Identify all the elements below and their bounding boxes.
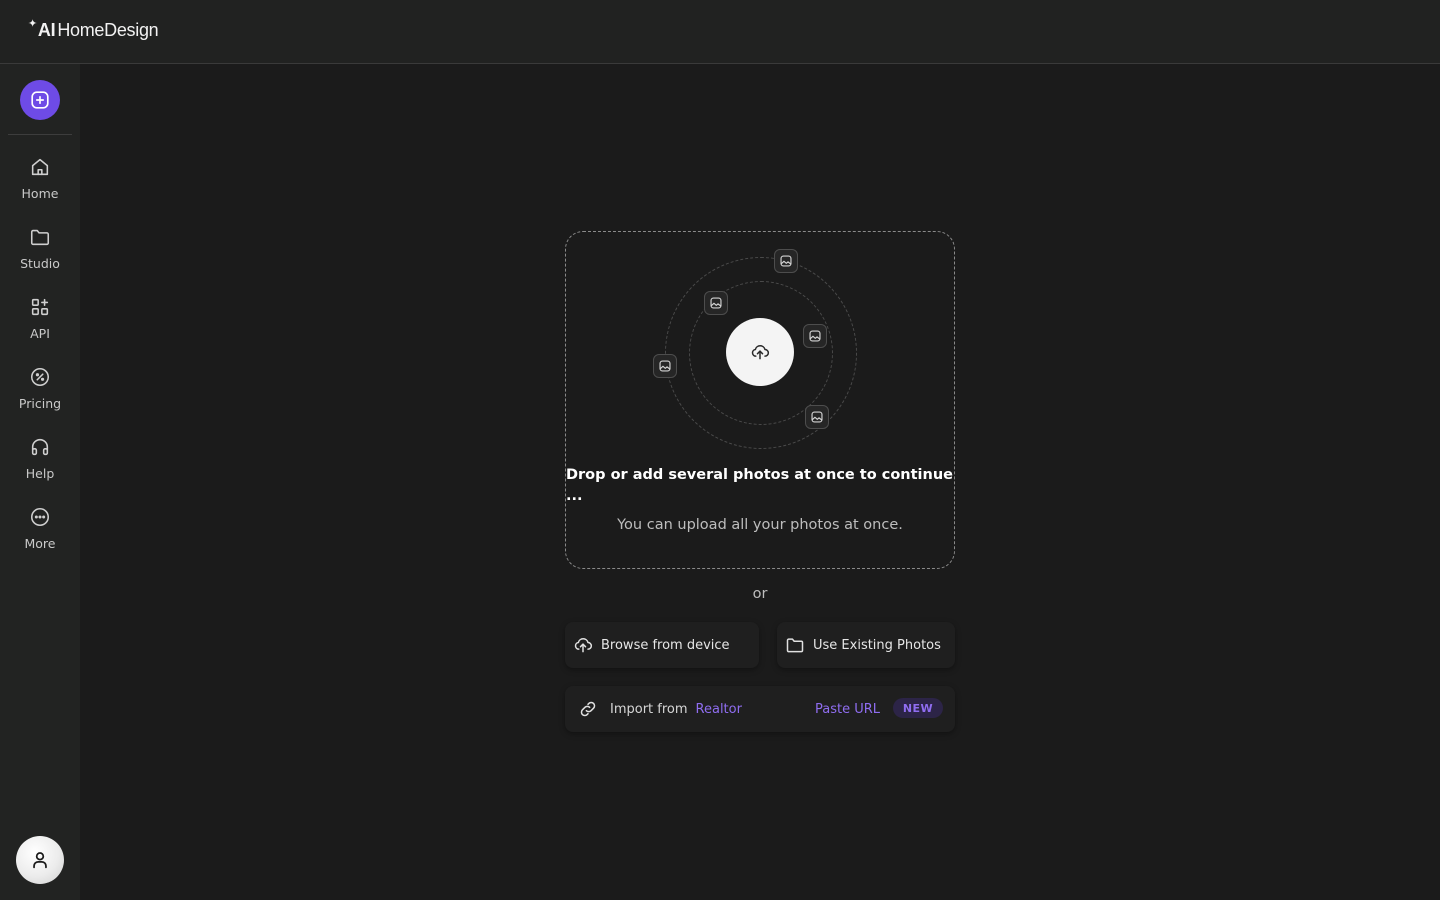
browse-device-button[interactable]: Browse from device: [565, 622, 759, 668]
cloud-upload-icon: [574, 638, 592, 653]
import-row: Import from Realtor Paste URL NEW: [565, 686, 955, 732]
photo-thumb-icon: [653, 354, 677, 378]
use-existing-photos-button[interactable]: Use Existing Photos: [777, 622, 955, 668]
sidebar-item-label: Studio: [20, 256, 60, 271]
sidebar-item-label: Help: [25, 466, 55, 481]
photo-thumb-icon: [805, 405, 829, 429]
photo-thumb-icon: [803, 324, 827, 348]
browse-device-label: Browse from device: [601, 637, 730, 653]
sidebar: Home Studio API Pricing Help More: [0, 64, 80, 900]
sidebar-item-label: API: [30, 326, 50, 341]
app-logo[interactable]: ✦ AI HomeDesign: [28, 18, 159, 41]
import-from-label: Import from: [610, 701, 688, 717]
sidebar-divider: [8, 134, 72, 135]
logo-text: HomeDesign: [57, 20, 159, 40]
use-existing-photos-label: Use Existing Photos: [813, 637, 941, 653]
user-avatar[interactable]: [16, 836, 64, 884]
new-project-button[interactable]: [20, 80, 60, 120]
folder-icon: [30, 229, 50, 246]
paste-url-button[interactable]: Paste URL: [815, 702, 880, 717]
photo-thumb-icon: [774, 249, 798, 273]
sparkle-icon: ✦: [28, 18, 37, 30]
link-icon: [580, 701, 596, 717]
sidebar-item-studio[interactable]: Studio: [0, 226, 80, 288]
sidebar-item-help[interactable]: Help: [0, 436, 80, 498]
realtor-link[interactable]: Realtor: [696, 702, 742, 717]
sidebar-item-home[interactable]: Home: [0, 156, 80, 218]
user-icon: [33, 852, 47, 869]
dropzone-subtitle: You can upload all your photos at once.: [617, 517, 903, 533]
sidebar-item-more[interactable]: More: [0, 506, 80, 568]
sidebar-item-label: More: [24, 536, 56, 551]
or-divider-text: or: [752, 586, 768, 602]
grid-plus-icon: [31, 298, 49, 316]
headphones-icon: [31, 438, 49, 456]
sidebar-item-label: Home: [21, 186, 59, 201]
upload-circle: [726, 318, 794, 386]
new-badge: NEW: [893, 698, 943, 718]
photo-dropzone[interactable]: Drop or add several photos at once to co…: [565, 231, 955, 569]
sidebar-item-api[interactable]: API: [0, 296, 80, 358]
photo-thumb-icon: [704, 291, 728, 315]
plus-square-icon: [31, 91, 49, 109]
dropzone-title: Drop or add several photos at once to co…: [566, 467, 953, 504]
folder-icon: [786, 638, 804, 653]
logo-ai-text: AI: [37, 20, 56, 40]
cloud-upload-icon: [751, 345, 769, 360]
more-icon: [30, 507, 50, 527]
home-icon: [31, 158, 49, 176]
sidebar-item-label: Pricing: [18, 396, 62, 411]
top-bar: ✦ AI HomeDesign: [0, 0, 1440, 64]
percent-icon: [30, 367, 50, 387]
sidebar-item-pricing[interactable]: Pricing: [0, 366, 80, 428]
